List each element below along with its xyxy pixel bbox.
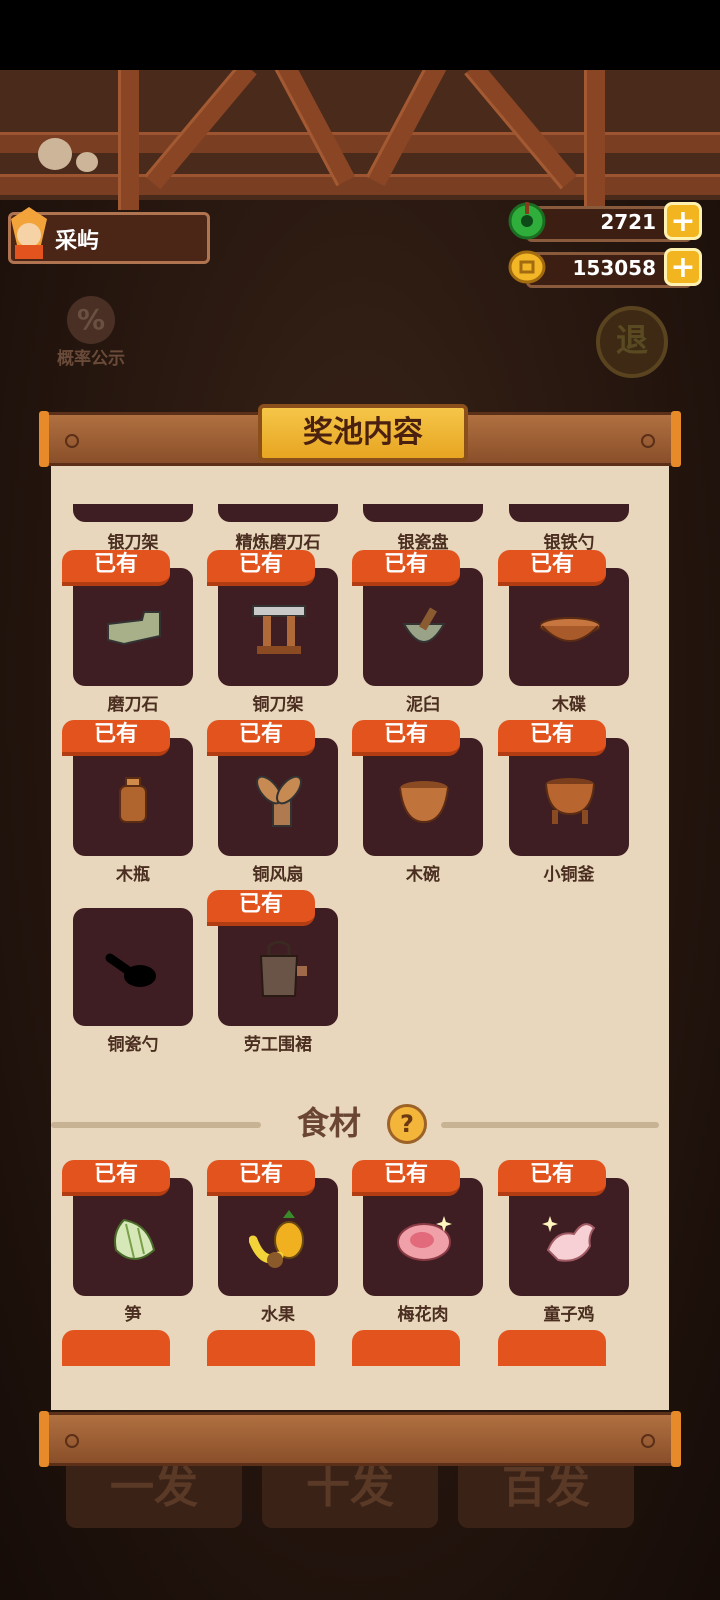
scroll-bottom-rod: [39, 1411, 681, 1467]
prize-item[interactable]: 已有 泥臼: [352, 550, 483, 715]
panel-title: 奖池内容: [303, 415, 423, 450]
prize-list[interactable]: 银刀架 精炼磨刀石 银瓷盘 银铁勺 已有 磨刀石 已有 铜刀架 已有 泥臼 已有…: [51, 476, 669, 1380]
jade-icon: [508, 202, 546, 240]
prize-item[interactable]: 已有 铜风扇: [207, 720, 338, 885]
owned-badge: 已有: [207, 550, 315, 586]
player-chip[interactable]: 采屿: [8, 207, 210, 264]
knife-rack-icon: [252, 605, 306, 654]
pork-icon: [397, 1216, 452, 1261]
chef-avatar-icon: [11, 207, 47, 259]
owned-badge: 已有: [498, 550, 606, 586]
fruit-icon: [249, 1210, 304, 1268]
owned-badge: 已有: [498, 720, 606, 756]
owned-badge: 已有: [498, 1160, 606, 1196]
bamboo-shoot-icon: [114, 1218, 156, 1260]
ingredient-item[interactable]: 已有 水果: [207, 1160, 338, 1325]
item-name: 木瓶: [116, 865, 150, 885]
prize-item[interactable]: 已有 木瓶: [62, 720, 193, 885]
prize-item[interactable]: 已有 铜刀架: [207, 550, 338, 715]
chick-icon: [38, 138, 72, 170]
owned-badge: 已有: [62, 550, 170, 586]
spoon-silhouette-icon: [105, 953, 156, 987]
panel-title-plate: 奖池内容: [258, 404, 468, 462]
item-name: 泥臼: [406, 695, 440, 715]
item-name: 铜刀架: [252, 695, 304, 715]
item-name: 水果: [261, 1305, 295, 1325]
whetstone-icon: [107, 611, 161, 646]
item-name: 铜风扇: [252, 865, 304, 885]
item-name: 童子鸡: [543, 1305, 595, 1325]
item-name: 小铜釜: [543, 865, 595, 885]
item-name: 铜瓷勺: [107, 1035, 159, 1055]
prize-item[interactable]: 已有 木碟: [498, 550, 629, 715]
divider: [441, 1122, 659, 1128]
owned-badge: 已有: [352, 550, 460, 586]
exit-button[interactable]: 退: [596, 306, 668, 378]
divider: [51, 1122, 261, 1128]
add-jade-button[interactable]: +: [664, 202, 702, 240]
item-name: 木碗: [406, 865, 440, 885]
add-coin-button[interactable]: +: [664, 248, 702, 286]
owned-badge: 已有: [207, 890, 315, 926]
owned-badge: 已有: [352, 720, 460, 756]
item-name: 木碟: [552, 695, 586, 715]
prize-item[interactable]: 已有 劳工围裙: [207, 890, 338, 1055]
ingredient-item[interactable]: 已有 笋: [62, 1160, 193, 1325]
prize-item[interactable]: 铜瓷勺: [62, 890, 193, 1055]
cauldron-icon: [545, 778, 595, 824]
chick-icon: [76, 152, 98, 172]
item-name: 笋: [124, 1305, 142, 1325]
wooden-bottle-icon: [119, 777, 147, 823]
owned-badge: 已有: [62, 720, 170, 756]
roof-beams: [0, 70, 720, 210]
owned-badge: 已有: [62, 1160, 170, 1196]
ingredient-item[interactable]: 已有 童子鸡: [498, 1160, 629, 1325]
coin-counter: 153058 +: [508, 248, 708, 288]
wooden-dish-icon: [540, 617, 600, 642]
prize-item[interactable]: 已有 木碗: [352, 720, 483, 885]
item-name: 磨刀石: [107, 695, 159, 715]
wooden-bowl-icon: [399, 781, 449, 824]
percent-icon: %: [67, 296, 115, 344]
prize-item[interactable]: 已有 小铜釜: [498, 720, 629, 885]
apron-icon: [259, 940, 307, 997]
prize-item[interactable]: 已有 磨刀石: [62, 550, 193, 715]
prize-pool-panel: 银刀架 精炼磨刀石 银瓷盘 银铁勺 已有 磨刀石 已有 铜刀架 已有 泥臼 已有…: [51, 466, 669, 1410]
owned-badge: 已有: [207, 1160, 315, 1196]
owned-badge: 已有: [352, 1160, 460, 1196]
jade-value: 2721: [600, 210, 656, 234]
owned-badge: 已有: [207, 720, 315, 756]
jade-counter: 2721 +: [508, 202, 708, 242]
coin-value: 153058: [572, 256, 657, 280]
item-name: 劳工围裙: [244, 1035, 312, 1055]
player-name: 采屿: [55, 229, 100, 254]
coin-icon: [508, 250, 546, 284]
help-icon[interactable]: ?: [387, 1104, 427, 1144]
chicken-icon: [542, 1216, 596, 1262]
fan-icon: [256, 775, 302, 827]
rates-button[interactable]: % 概率公示: [46, 296, 136, 369]
ingredient-item[interactable]: 已有 梅花肉: [352, 1160, 483, 1325]
section-title: 食材: [297, 1104, 362, 1142]
item-name: 梅花肉: [397, 1305, 449, 1325]
mortar-icon: [402, 607, 446, 643]
